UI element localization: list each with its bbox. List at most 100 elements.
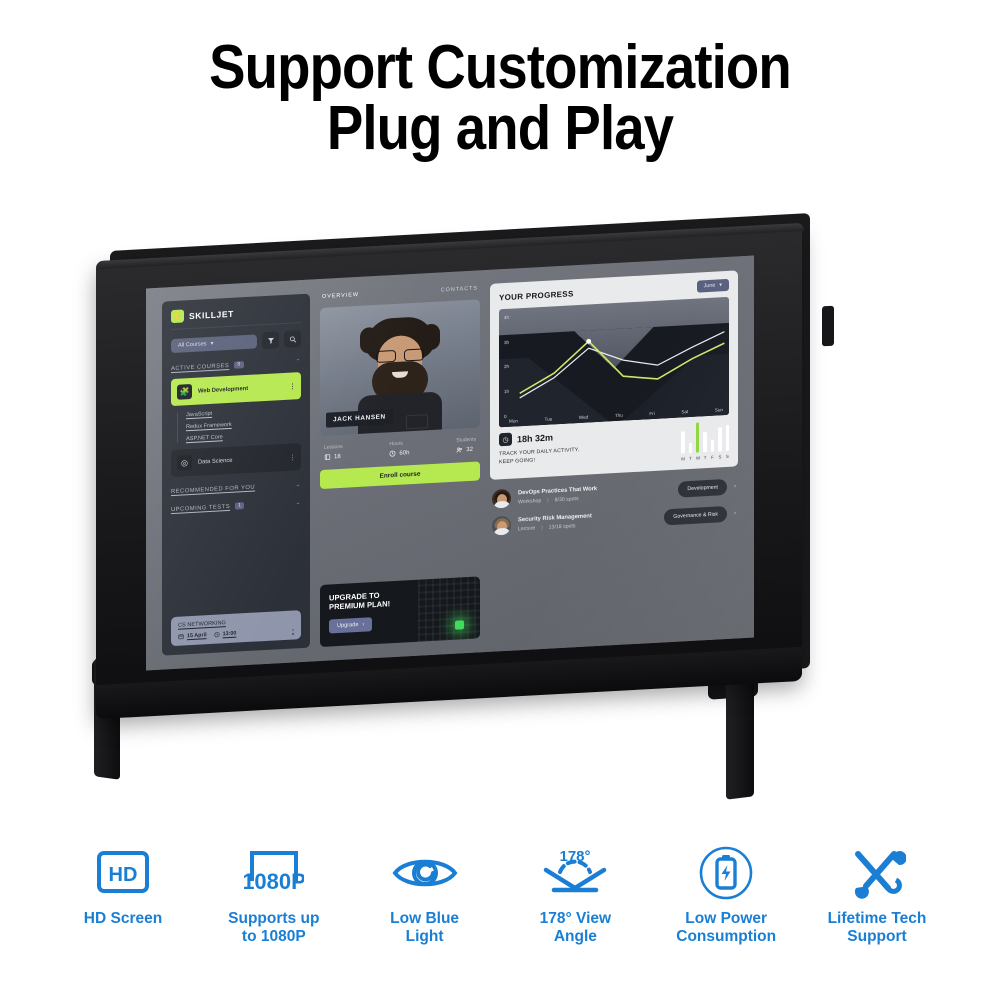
chevron-right-icon[interactable]: › (734, 483, 736, 489)
svg-text:HD: HD (109, 864, 138, 886)
promo-dot-pattern (418, 576, 480, 642)
course-label: Data Science (198, 457, 233, 466)
1080p-icon: 1080P (199, 842, 349, 904)
x-tick: Sun (714, 407, 723, 413)
list-item[interactable]: Security Risk Management Lecture | 13/18… (492, 504, 736, 536)
monitor-side-port (822, 305, 834, 347)
stat-lessons: Lessons 18 (324, 444, 343, 461)
monitor-screen: ⚡ SKILLJET All Courses ▾ ACTIVE COURSES … (146, 255, 754, 671)
activity-text: ◷ 18h 32m TRACK YOUR DAILY ACTIVITY. KEE… (499, 424, 673, 467)
series-this-week (519, 340, 725, 395)
status-badge: 3 (234, 361, 244, 369)
week-label: W (696, 455, 701, 461)
course-sub-list: JavaScript Redux Framework ASP.NET Core (177, 406, 301, 443)
bar-fri (710, 439, 715, 452)
upgrade-promo-card[interactable]: UPGRADE TO PREMIUM PLAN! Upgrade › (320, 576, 480, 648)
search-icon[interactable] (284, 330, 301, 348)
avatar (492, 515, 511, 536)
feature-label-line2: Light (405, 928, 444, 946)
hd-icon: HD (48, 842, 198, 904)
upcoming-test-card[interactable]: CS NETWORKING 15 April 13:00 › (171, 610, 301, 647)
all-courses-dropdown[interactable]: All Courses ▾ (171, 333, 257, 353)
x-tick: Tue (544, 416, 553, 422)
section-label: RECOMMENDED FOR YOU (171, 484, 256, 495)
upgrade-button-label: Upgrade (337, 621, 359, 630)
chevron-right-icon[interactable]: › (734, 510, 736, 516)
feature-hd-screen: HD HD Screen (48, 842, 198, 947)
feature-label-line1: Lifetime Tech (827, 910, 927, 927)
sidebar-subitem-redux[interactable]: Redux Framework (186, 418, 301, 430)
progress-title: YOUR PROGRESS (499, 288, 574, 302)
meta-divider: | (541, 524, 543, 532)
sidebar-item-web-development[interactable]: 🧩 Web Development ⋮ (171, 372, 301, 407)
feature-low-blue-light: Low Blue Light (350, 842, 500, 947)
mini-bars (681, 421, 729, 454)
tab-overview[interactable]: OVERVIEW (322, 292, 359, 300)
course-thumb-icon: ◎ (177, 454, 192, 471)
bar-thu (703, 432, 707, 453)
section-label: ACTIVE COURSES (171, 362, 230, 372)
tag-development[interactable]: Development (678, 478, 727, 498)
meta-divider: | (547, 497, 549, 504)
kebab-menu-icon[interactable]: ⋮ (289, 382, 295, 390)
list-item-text: Security Risk Management Lecture | 13/18… (518, 510, 657, 533)
list-item-spots: 8/30 spots (554, 496, 579, 504)
x-tick: Thu (614, 412, 623, 419)
tag-governance-risk[interactable]: Governance & Risk (664, 505, 727, 525)
upgrade-button[interactable]: Upgrade › (329, 617, 373, 634)
stat-hours: Hours 60h (389, 440, 409, 457)
svg-text:1080P: 1080P (244, 869, 304, 894)
list-item-type: Lecture (518, 525, 536, 533)
test-time-label: 13:00 (222, 630, 237, 638)
sidebar-subitem-javascript[interactable]: JavaScript (186, 406, 301, 418)
bar-mon (681, 431, 685, 454)
stat-label: Lessons (324, 443, 343, 451)
section-header-active-courses[interactable]: ACTIVE COURSES 3 ⌃ (171, 354, 301, 372)
feature-label: Supports up to 1080P (199, 910, 349, 947)
headline-line-1: Support Customization (209, 33, 792, 102)
week-label: S (725, 453, 729, 460)
feature-label-line1: 178° View (539, 910, 612, 927)
page-title: Support Customization Plug and Play (60, 37, 940, 160)
progress-period-label: June (703, 282, 716, 290)
feature-view-angle: 178° 178° View Angle (500, 842, 650, 947)
dashboard-right-column: YOUR PROGRESS June ▾ 4h 3h 2h 1h 0 Mon T… (490, 270, 738, 637)
feature-label-line2: Angle (553, 928, 597, 946)
section-header-recommended[interactable]: RECOMMENDED FOR YOU ⌄ (171, 477, 301, 495)
chevron-down-icon: ▾ (210, 340, 214, 347)
list-item-spots: 13/18 spots (548, 523, 576, 531)
section-header-upcoming-tests[interactable]: UPCOMING TESTS 1 ⌄ (171, 495, 301, 513)
week-label: F (711, 454, 714, 460)
chevron-right-icon: › (362, 621, 365, 628)
book-icon (324, 454, 331, 460)
clock-icon (389, 450, 396, 457)
battery-icon (651, 842, 801, 904)
list-item-text: DevOps Practices That Work Workshop | 8/… (518, 482, 671, 505)
kebab-menu-icon[interactable]: ⋮ (289, 453, 295, 461)
week-label: S (718, 454, 722, 460)
total-time-value: 18h 32m (517, 431, 554, 444)
progress-line-chart: 4h 3h 2h 1h 0 Mon Tue Wed Thu Fri Sat Su… (499, 296, 729, 428)
stat-value-wrap: 60h (389, 449, 409, 457)
feature-low-power: Low Power Consumption (651, 842, 801, 947)
list-item[interactable]: DevOps Practices That Work Workshop | 8/… (492, 477, 736, 509)
test-date: 15 April (178, 632, 207, 640)
promo-glow-accent (455, 620, 464, 630)
chevron-right-icon[interactable]: › (292, 627, 294, 633)
weekly-activity-bar-chart: M T W T F S S (681, 421, 729, 461)
activity-caption-line1: TRACK YOUR DAILY ACTIVITY. (499, 446, 580, 458)
lightning-logo-icon: ⚡ (171, 309, 184, 324)
filter-icon[interactable] (262, 331, 279, 350)
tab-contacts[interactable]: CONTACTS (441, 285, 478, 293)
activity-caption-line2: KEEP GOING! (499, 456, 536, 465)
section-label: UPCOMING TESTS (171, 503, 231, 513)
sidebar-item-data-science[interactable]: ◎ Data Science ⋮ (171, 443, 301, 478)
sidebar-controls: All Courses ▾ (171, 330, 301, 354)
enroll-course-button[interactable]: Enroll course (320, 461, 480, 490)
view-angle-icon: 178° (500, 842, 650, 904)
chevron-down-icon: ⌄ (295, 500, 301, 507)
feature-label: Low Blue Light (350, 910, 500, 947)
sidebar-subitem-aspnet[interactable]: ASP.NET Core (186, 430, 301, 442)
dashboard-sidebar: ⚡ SKILLJET All Courses ▾ ACTIVE COURSES … (162, 293, 310, 656)
progress-period-dropdown[interactable]: June ▾ (696, 278, 729, 293)
